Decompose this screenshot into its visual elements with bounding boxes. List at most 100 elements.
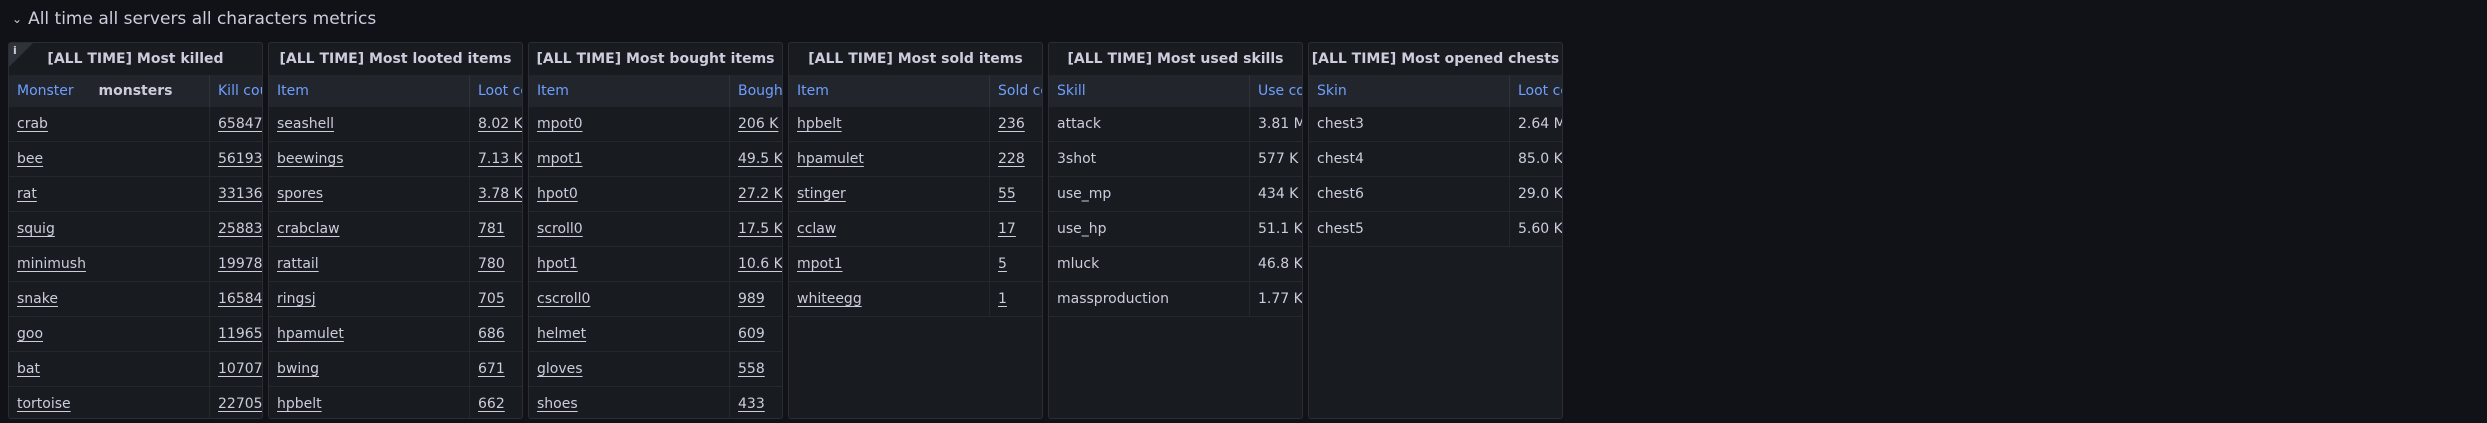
- cell-link[interactable]: 228: [998, 151, 1025, 167]
- cell-link[interactable]: hpamulet: [797, 151, 864, 167]
- cell-link[interactable]: 5: [998, 256, 1007, 272]
- cell-link[interactable]: 1: [998, 291, 1007, 307]
- table-row: whiteegg 1: [789, 282, 1042, 317]
- cell-link[interactable]: 989: [738, 291, 765, 307]
- table-cell: 236: [989, 107, 1042, 141]
- table-row: hpbelt 236: [789, 107, 1042, 142]
- column-header[interactable]: Bought count: [729, 75, 782, 107]
- cell-link[interactable]: 780: [478, 256, 505, 272]
- cell-link[interactable]: gloves: [537, 361, 583, 377]
- column-header[interactable]: Item: [269, 75, 469, 107]
- cell-link[interactable]: 331360: [218, 186, 262, 202]
- column-header[interactable]: Sold count: [989, 75, 1042, 107]
- column-header[interactable]: Skin: [1309, 75, 1509, 107]
- cell-link[interactable]: bwing: [277, 361, 319, 377]
- column-header[interactable]: Kill count: [209, 75, 262, 107]
- table-cell: 989: [729, 282, 782, 316]
- cell-link[interactable]: cclaw: [797, 221, 836, 237]
- cell-link[interactable]: hpamulet: [277, 326, 344, 342]
- cell-link[interactable]: rat: [17, 186, 37, 202]
- panel-title[interactable]: [ALL TIME] Most bought items: [529, 43, 782, 75]
- cell-link[interactable]: 561934: [218, 151, 262, 167]
- panel-title[interactable]: [ALL TIME] Most looted items: [269, 43, 522, 75]
- cell-link[interactable]: 558: [738, 361, 765, 377]
- cell-link[interactable]: crab: [17, 116, 48, 132]
- cell-link[interactable]: hpot0: [537, 186, 578, 202]
- column-header[interactable]: Item: [789, 75, 989, 107]
- cell-link[interactable]: 705: [478, 291, 505, 307]
- column-header[interactable]: Item: [529, 75, 729, 107]
- cell-link[interactable]: 17.5 K: [738, 221, 782, 237]
- cell-link[interactable]: spores: [277, 186, 323, 202]
- cell-link[interactable]: snake: [17, 291, 58, 307]
- column-header[interactable]: Use count: [1249, 75, 1302, 107]
- cell-link[interactable]: crabclaw: [277, 221, 340, 237]
- cell-link[interactable]: ringsj: [277, 291, 316, 307]
- cell-link[interactable]: 119656: [218, 326, 262, 342]
- panel-title[interactable]: [ALL TIME] Most sold items: [789, 43, 1042, 75]
- column-header[interactable]: Loot count: [1509, 75, 1562, 107]
- cell-link[interactable]: cscroll0: [537, 291, 590, 307]
- cell-link[interactable]: 199788: [218, 256, 262, 272]
- row-header[interactable]: ⌄ All time all servers all characters me…: [12, 6, 376, 32]
- chevron-down-icon[interactable]: ⌄: [12, 12, 22, 26]
- cell-link[interactable]: hpot1: [537, 256, 578, 272]
- cell-value: 46.8 K: [1258, 256, 1302, 272]
- cell-link[interactable]: 686: [478, 326, 505, 342]
- info-icon[interactable]: i: [13, 44, 17, 57]
- cell-link[interactable]: 781: [478, 221, 505, 237]
- cell-link[interactable]: 206 K: [738, 116, 778, 132]
- table-cell: 5: [989, 247, 1042, 281]
- cell-link[interactable]: 49.5 K: [738, 151, 782, 167]
- cell-link[interactable]: 10.6 K: [738, 256, 782, 272]
- table-row: beewings 7.13 K: [269, 142, 522, 177]
- cell-link[interactable]: 7.13 K: [478, 151, 522, 167]
- table-cell: 46.8 K: [1249, 247, 1302, 281]
- cell-link[interactable]: whiteegg: [797, 291, 862, 307]
- cell-link[interactable]: rattail: [277, 256, 319, 272]
- table-cell: rat: [9, 177, 209, 211]
- panel-title[interactable]: [ALL TIME] Most opened chests: [1309, 43, 1562, 75]
- cell-link[interactable]: 22705: [218, 396, 262, 412]
- cell-link[interactable]: stinger: [797, 186, 846, 202]
- cell-link[interactable]: shoes: [537, 396, 578, 412]
- cell-link[interactable]: 3.78 K: [478, 186, 522, 202]
- cell-link[interactable]: goo: [17, 326, 43, 342]
- cell-link[interactable]: mpot0: [537, 116, 583, 132]
- cell-link[interactable]: 27.2 K: [738, 186, 782, 202]
- cell-link[interactable]: 658471: [218, 116, 262, 132]
- cell-link[interactable]: 671: [478, 361, 505, 377]
- column-header[interactable]: Loot count: [469, 75, 522, 107]
- table-row: crabclaw 781: [269, 212, 522, 247]
- cell-link[interactable]: 8.02 K: [478, 116, 522, 132]
- cell-link[interactable]: squig: [17, 221, 55, 237]
- column-header[interactable]: Skill: [1049, 75, 1249, 107]
- cell-link[interactable]: 55: [998, 186, 1016, 202]
- panel-title[interactable]: [ALL TIME] Most killed monsters: [9, 43, 262, 99]
- cell-link[interactable]: tortoise: [17, 396, 71, 412]
- cell-link[interactable]: 236: [998, 116, 1025, 132]
- table-row: 3shot 577 K: [1049, 142, 1302, 177]
- cell-link[interactable]: 609: [738, 326, 765, 342]
- cell-link[interactable]: 107077: [218, 361, 262, 377]
- table-row: mluck 46.8 K: [1049, 247, 1302, 282]
- cell-link[interactable]: minimush: [17, 256, 86, 272]
- cell-link[interactable]: bat: [17, 361, 40, 377]
- cell-link[interactable]: helmet: [537, 326, 586, 342]
- cell-link[interactable]: 433: [738, 396, 765, 412]
- cell-link[interactable]: bee: [17, 151, 43, 167]
- cell-value: massproduction: [1057, 291, 1169, 307]
- cell-link[interactable]: hpbelt: [797, 116, 842, 132]
- cell-link[interactable]: mpot1: [797, 256, 843, 272]
- cell-link[interactable]: hpbelt: [277, 396, 322, 412]
- cell-link[interactable]: mpot1: [537, 151, 583, 167]
- table-cell: 5.60 K: [1509, 212, 1562, 246]
- cell-link[interactable]: 258830: [218, 221, 262, 237]
- panel-title[interactable]: [ALL TIME] Most used skills: [1049, 43, 1302, 75]
- cell-link[interactable]: beewings: [277, 151, 344, 167]
- cell-link[interactable]: seashell: [277, 116, 334, 132]
- cell-link[interactable]: scroll0: [537, 221, 583, 237]
- cell-link[interactable]: 165842: [218, 291, 262, 307]
- cell-link[interactable]: 662: [478, 396, 505, 412]
- cell-link[interactable]: 17: [998, 221, 1016, 237]
